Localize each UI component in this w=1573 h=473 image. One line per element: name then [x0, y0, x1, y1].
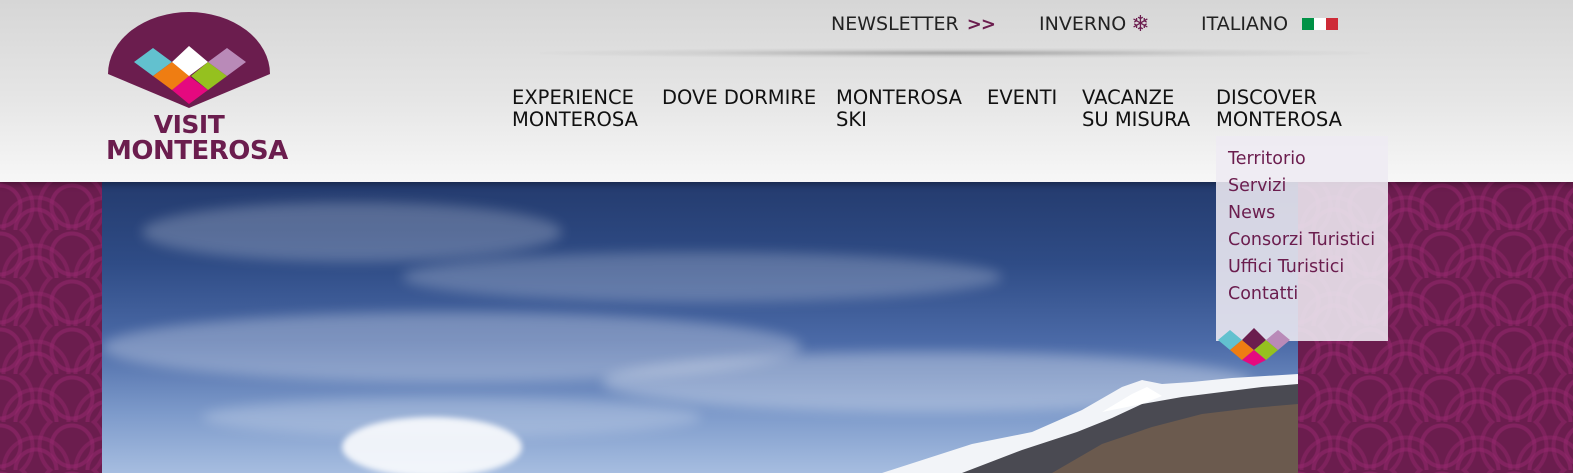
nav-label-line2: MONTEROSA [1216, 108, 1342, 131]
nav-item-dove-dormire[interactable]: DOVE DORMIRE [662, 87, 816, 109]
mountain-fan-icon [108, 12, 270, 108]
nav-label-line1: MONTEROSA [836, 86, 962, 109]
snowflake-icon: ❄ [1131, 11, 1150, 37]
nav-label-line1: DISCOVER [1216, 86, 1317, 109]
dropdown-item-consorzi-turistici[interactable]: Consorzi Turistici [1228, 230, 1375, 250]
discover-monterosa-dropdown: Territorio Servizi News Consorzi Turisti… [1216, 136, 1388, 366]
hero-image [102, 182, 1298, 473]
decorative-pattern-left [0, 182, 102, 473]
visit-monterosa-logo[interactable]: VISIT MONTEROSA [106, 12, 288, 166]
language-selector[interactable]: ITALIANO [1201, 12, 1339, 36]
season-link[interactable]: INVERNO ❄ [1039, 11, 1150, 37]
italian-flag-icon [1302, 18, 1339, 30]
language-label: ITALIANO [1201, 13, 1289, 35]
double-chevron-right-icon: >> [966, 13, 996, 35]
dropdown-item-territorio[interactable]: Territorio [1228, 149, 1306, 169]
nav-item-discover-monterosa[interactable]: DISCOVER MONTEROSA [1216, 87, 1342, 131]
nav-label-line2: SKI [836, 108, 867, 131]
diamond-logo-icon [1218, 328, 1290, 366]
header-divider [540, 48, 1370, 58]
nav-item-vacanze-su-misura[interactable]: VACANZE SU MISURA [1082, 87, 1190, 131]
dropdown-item-uffici-turistici[interactable]: Uffici Turistici [1228, 257, 1344, 277]
dropdown-item-news[interactable]: News [1228, 203, 1275, 223]
dropdown-item-contatti[interactable]: Contatti [1228, 284, 1298, 304]
dropdown-item-servizi[interactable]: Servizi [1228, 176, 1286, 196]
logo-text-monterosa: MONTEROSA [106, 136, 288, 166]
nav-label-line1: EXPERIENCE [512, 86, 634, 109]
nav-label-line1: DOVE DORMIRE [662, 86, 817, 109]
nav-item-eventi[interactable]: EVENTI [987, 87, 1057, 109]
newsletter-label: NEWSLETTER [831, 13, 959, 35]
nav-label-line2: SU MISURA [1082, 108, 1191, 131]
nav-item-experience-monterosa[interactable]: EXPERIENCE MONTEROSA [512, 87, 638, 131]
nav-label-line1: VACANZE [1082, 86, 1175, 109]
nav-label-line2: MONTEROSA [512, 108, 638, 131]
newsletter-link[interactable]: NEWSLETTER >> [831, 12, 996, 36]
nav-label-line1: EVENTI [987, 86, 1058, 109]
season-label: INVERNO [1039, 13, 1127, 35]
mountain-silhouette [882, 374, 1298, 473]
nav-item-monterosa-ski[interactable]: MONTEROSA SKI [836, 87, 962, 131]
logo-text-visit: VISIT [153, 110, 225, 139]
